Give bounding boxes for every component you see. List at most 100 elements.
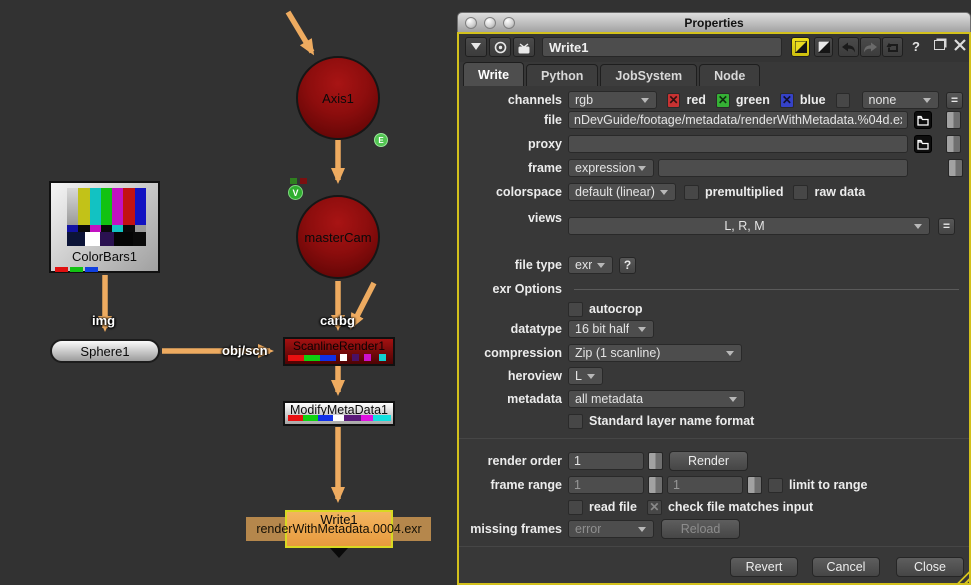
frame-range-first-input[interactable] [568,476,644,494]
node-scanlinerender1[interactable]: ScanlineRender1 [283,337,395,366]
proxy-browse-button[interactable] [914,135,932,153]
render-order-input[interactable] [568,452,644,470]
tab-python[interactable]: Python [526,64,598,86]
views-link-button[interactable]: = [938,218,955,235]
float-panel-button[interactable] [791,37,810,57]
compression-label: compression [459,346,562,360]
colorspace-label: colorspace [459,185,562,199]
properties-window: Properties [457,12,971,585]
metadata-dropdown[interactable]: all metadata [568,390,745,408]
close-button[interactable]: Close [896,557,964,577]
frame-expression-input[interactable] [658,159,908,177]
check-file-matches-checkbox[interactable] [647,500,662,515]
center-node-button[interactable] [489,37,511,57]
file-input[interactable] [568,111,908,129]
tab-bar: Write Python JobSystem Node [459,62,969,86]
write-output-triangle [330,548,348,558]
file-type-label: file type [459,258,562,272]
second-channels-dropdown[interactable]: none [862,91,939,109]
file-browse-button[interactable] [914,111,932,129]
green-checkbox[interactable] [716,93,730,108]
panel-layout-button[interactable] [814,37,833,57]
render-order-animation-button[interactable] [648,452,663,470]
check-file-matches-label: check file matches input [668,500,813,514]
datatype-dropdown[interactable]: 16 bit half [568,320,654,338]
autocrop-checkbox[interactable] [568,302,583,317]
frame-animation-button[interactable] [948,159,963,177]
restore-window-icon[interactable] [934,40,945,50]
expression-badge: E [374,133,388,147]
monitor-output-button[interactable] [513,37,535,57]
white-diagonal-icon [818,41,830,53]
node-label: Axis1 [322,91,354,106]
dropdown-arrow-button[interactable] [465,37,487,57]
standard-layer-label: Standard layer name format [589,414,754,428]
revert-knobs-button[interactable] [882,37,903,57]
undo-button[interactable] [838,37,859,57]
red-label: red [686,93,705,107]
limit-to-range-checkbox[interactable] [768,478,783,493]
limit-to-range-label: limit to range [789,478,867,492]
standard-layer-checkbox[interactable] [568,414,583,429]
frame-range-label: frame range [459,478,562,492]
raw-data-checkbox[interactable] [793,185,808,200]
frame-range-first-animation-button[interactable] [648,476,663,494]
node-label: ColorBars1 [51,249,158,264]
missing-frames-dropdown[interactable]: error [568,520,654,538]
frame-label: frame [459,161,562,175]
heroview-dropdown[interactable]: L [568,367,603,385]
views-dropdown[interactable]: L, R, M [568,217,930,235]
proxy-input[interactable] [568,135,908,153]
view-badge: V [288,185,303,200]
close-panel-icon[interactable] [954,39,966,51]
tab-jobsystem[interactable]: JobSystem [600,64,697,86]
tv-icon [517,41,531,54]
tab-write[interactable]: Write [463,62,524,86]
node-mastercam[interactable]: masterCam [296,195,380,279]
help-icon[interactable]: ? [912,39,920,54]
blue-checkbox[interactable] [780,93,794,108]
node-sphere1[interactable]: Sphere1 [50,339,160,363]
frame-range-last-animation-button[interactable] [747,476,762,494]
frame-mode-dropdown[interactable]: expression [568,159,654,177]
premultiplied-checkbox[interactable] [684,185,699,200]
node-label: Sphere1 [80,344,129,359]
channels-dropdown[interactable]: rgb [568,91,657,109]
read-file-checkbox[interactable] [568,500,583,515]
reload-button[interactable]: Reload [661,519,740,539]
mac-titlebar[interactable]: Properties [457,12,971,32]
render-button[interactable]: Render [669,451,748,471]
channels-label: channels [459,93,562,107]
node-name-input[interactable] [542,37,782,57]
revert-button[interactable]: Revert [730,557,798,577]
node-modifymetadata1[interactable]: ModifyMetaData1 [283,401,395,426]
channel-strip [288,415,391,421]
tab-node[interactable]: Node [699,64,760,86]
extra-channel-checkbox[interactable] [836,93,850,108]
file-type-dropdown[interactable]: exr [568,256,613,274]
node-axis1[interactable]: Axis1 [296,56,380,140]
node-label: masterCam [304,230,371,245]
compression-dropdown[interactable]: Zip (1 scanline) [568,344,742,362]
read-file-label: read file [589,500,637,514]
file-animation-button[interactable] [946,111,961,129]
proxy-animation-button[interactable] [946,135,961,153]
file-type-help-button[interactable]: ? [619,257,636,274]
yellow-diagonal-icon [795,41,807,53]
node-label: ScanlineRender1 [293,339,385,353]
exr-options-divider [574,289,959,290]
channels-link-button[interactable]: = [946,92,963,109]
file-label: file [459,113,562,127]
metadata-label: metadata [459,392,562,406]
colorspace-dropdown[interactable]: default (linear) [568,183,676,201]
cancel-button[interactable]: Cancel [812,557,880,577]
red-checkbox[interactable] [667,93,681,108]
frame-range-last-input[interactable] [667,476,743,494]
missing-frames-label: missing frames [459,522,562,536]
node-colorbars1[interactable]: ColorBars1 [49,181,160,273]
loop-arrow-icon [886,41,900,54]
raw-data-label: raw data [814,185,865,199]
redo-button[interactable] [860,37,881,57]
undo-icon [841,42,856,53]
indicator-square-green [290,178,297,184]
